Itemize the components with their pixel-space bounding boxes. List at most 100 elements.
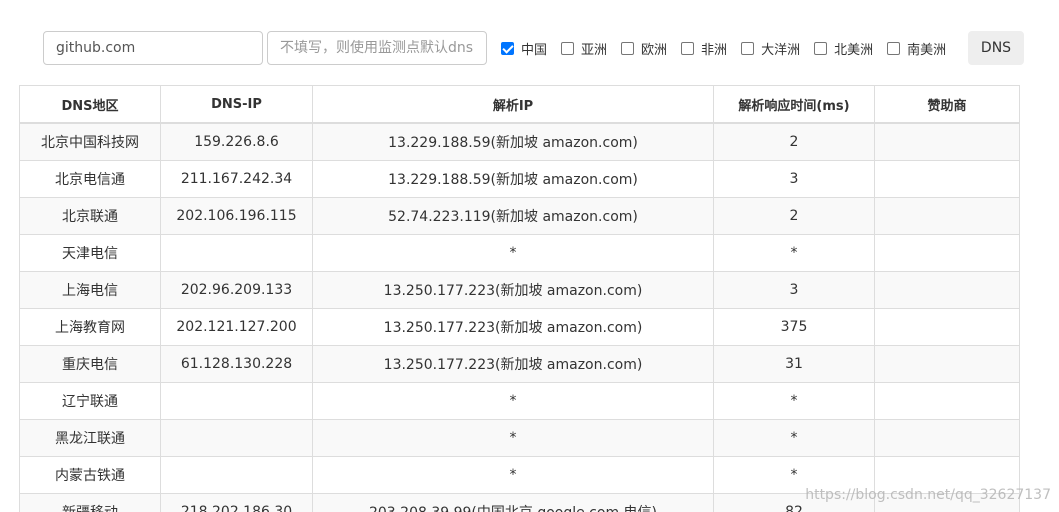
cell-sponsor xyxy=(874,271,1020,309)
cell-resolved-ip: * xyxy=(312,419,714,457)
region-checkbox[interactable] xyxy=(621,41,635,55)
cell-resolved-ip: * xyxy=(312,456,714,494)
cell-sponsor xyxy=(874,456,1020,494)
region-checkbox[interactable] xyxy=(681,41,695,55)
cell-response-time: * xyxy=(713,456,875,494)
region-label: 中国 xyxy=(521,42,548,58)
cell-dns-region: 新疆移动 xyxy=(19,493,161,512)
table-row: 新疆移动218.202.186.30203.208.39.99(中国北京 goo… xyxy=(19,493,1020,512)
cell-response-time: 3 xyxy=(713,271,875,309)
region-label: 大洋洲 xyxy=(761,42,801,58)
cell-resolved-ip: * xyxy=(312,382,714,420)
column-header-resolved-ip: 解析IP xyxy=(312,85,714,124)
cell-dns-region: 天津电信 xyxy=(19,234,161,272)
table-row: 重庆电信 61.128.130.228 13.250.177.223(新加坡 ama… xyxy=(19,345,1020,383)
cell-resolved-ip: 13.250.177.223(新加坡 amazon.com) xyxy=(312,308,714,346)
cell-sponsor xyxy=(874,234,1020,272)
cell-sponsor xyxy=(874,493,1020,512)
cell-response-time: 3 xyxy=(713,160,875,198)
cell-response-time: * xyxy=(713,419,875,457)
page: 中国 亚洲 欧洲 非洲 大洋洲 北美洲 南美洲 DNS DNS地区DNS-IP解析IP解析响… xyxy=(0,0,1059,512)
table-row: 北京中国科技网 159.226.8.6 13.229.188.59(新加坡 amaz… xyxy=(19,122,1020,161)
region-filter: 中国 亚洲 欧洲 非洲 大洋洲 北美洲 南美洲 xyxy=(501,31,960,65)
cell-dns-region: 辽宁联通 xyxy=(19,382,161,420)
cell-dns-ip xyxy=(160,419,313,457)
table-row: 黑龙江联通 * * xyxy=(19,419,1020,457)
region-option[interactable]: 北美洲 xyxy=(814,39,873,58)
region-option[interactable]: 非洲 xyxy=(681,39,727,58)
table-row: 上海教育网 202.121.127.200 13.250.177.223(新加坡 a… xyxy=(19,308,1020,346)
region-label: 北美洲 xyxy=(834,42,874,58)
cell-response-time: 2 xyxy=(713,122,875,161)
cell-dns-region: 内蒙古铁通 xyxy=(19,456,161,494)
region-checkbox[interactable] xyxy=(887,41,901,55)
column-header-sponsor: 赞助商 xyxy=(874,85,1020,124)
column-header-dns-region: DNS地区 xyxy=(19,85,161,124)
cell-resolved-ip: * xyxy=(312,234,714,272)
cell-dns-region: 黑龙江联通 xyxy=(19,419,161,457)
region-label: 亚洲 xyxy=(581,42,608,58)
cell-response-time: 82 xyxy=(713,493,875,512)
dns-button[interactable]: DNS xyxy=(968,31,1024,65)
query-toolbar: 中国 亚洲 欧洲 非洲 大洋洲 北美洲 南美洲 xyxy=(43,31,960,65)
region-label: 欧洲 xyxy=(641,42,668,58)
table-row: 上海电信 202.96.209.133 13.250.177.223(新加坡 ama… xyxy=(19,271,1020,309)
cell-sponsor xyxy=(874,122,1020,161)
cell-response-time: * xyxy=(713,382,875,420)
region-checkbox[interactable] xyxy=(561,41,575,55)
cell-response-time: * xyxy=(713,234,875,272)
cell-dns-ip: 202.106.196.115 xyxy=(160,197,313,235)
cell-dns-ip: 61.128.130.228 xyxy=(160,345,313,383)
table-row: 辽宁联通 * * xyxy=(19,382,1020,420)
table-row: 北京联通 202.106.196.115 52.74.223.119(新加坡 ama… xyxy=(19,197,1020,235)
cell-resolved-ip: 13.250.177.223(新加坡 amazon.com) xyxy=(312,271,714,309)
cell-dns-ip xyxy=(160,456,313,494)
domain-input[interactable] xyxy=(43,31,263,65)
region-option[interactable]: 亚洲 xyxy=(561,39,607,58)
cell-response-time: 31 xyxy=(713,345,875,383)
cell-resolved-ip: 13.229.188.59(新加坡 amazon.com) xyxy=(312,160,714,198)
region-label: 南美洲 xyxy=(907,42,947,58)
cell-sponsor xyxy=(874,382,1020,420)
table-header-row: DNS地区 DNS-IP 解析IP 解析响应时间(ms) 赞助商 xyxy=(19,85,1020,124)
cell-sponsor xyxy=(874,160,1020,198)
cell-dns-ip: 202.121.127.200 xyxy=(160,308,313,346)
cell-sponsor xyxy=(874,197,1020,235)
cell-dns-ip: 218.202.186.30 xyxy=(160,493,313,512)
region-option[interactable]: 中国 xyxy=(501,39,547,58)
cell-dns-region: 北京中国科技网 xyxy=(19,122,161,161)
cell-resolved-ip: 13.250.177.223(新加坡 amazon.com) xyxy=(312,345,714,383)
cell-sponsor xyxy=(874,345,1020,383)
cell-dns-ip xyxy=(160,382,313,420)
region-checkbox[interactable] xyxy=(814,41,828,55)
cell-dns-ip: 159.226.8.6 xyxy=(160,122,313,161)
region-option[interactable]: 南美洲 xyxy=(887,39,946,58)
cell-dns-ip: 211.167.242.34 xyxy=(160,160,313,198)
cell-response-time: 375 xyxy=(713,308,875,346)
table-row: 北京电信通 211.167.242.34 13.229.188.59(新加坡 ama… xyxy=(19,160,1020,198)
cell-dns-ip xyxy=(160,234,313,272)
region-option[interactable]: 大洋洲 xyxy=(741,39,800,58)
region-label: 非洲 xyxy=(701,42,728,58)
region-option[interactable]: 欧洲 xyxy=(621,39,667,58)
cell-response-time: 2 xyxy=(713,197,875,235)
cell-dns-region: 上海电信 xyxy=(19,271,161,309)
cell-sponsor xyxy=(874,308,1020,346)
region-checkbox[interactable] xyxy=(741,41,755,55)
cell-dns-ip: 202.96.209.133 xyxy=(160,271,313,309)
cell-dns-region: 北京联通 xyxy=(19,197,161,235)
column-header-dns-ip: DNS-IP xyxy=(160,85,313,124)
cell-resolved-ip: 52.74.223.119(新加坡 amazon.com) xyxy=(312,197,714,235)
cell-dns-region: 重庆电信 xyxy=(19,345,161,383)
cell-resolved-ip: 13.229.188.59(新加坡 amazon.com) xyxy=(312,122,714,161)
dns-results-table: DNS地区 DNS-IP 解析IP 解析响应时间(ms) 赞助商 北京中国科技网 159.… xyxy=(19,85,1020,512)
table-row: 天津电信 * * xyxy=(19,234,1020,272)
cell-dns-region: 上海教育网 xyxy=(19,308,161,346)
table-row: 内蒙古铁通 * * xyxy=(19,456,1020,494)
column-header-response-time: 解析响应时间(ms) xyxy=(713,85,875,124)
cell-sponsor xyxy=(874,419,1020,457)
cell-dns-region: 北京电信通 xyxy=(19,160,161,198)
region-checkbox[interactable] xyxy=(501,41,514,55)
cell-resolved-ip: 203.208.39.99(中国北京 google.com 电信) xyxy=(312,493,714,512)
dns-server-input[interactable] xyxy=(267,31,487,65)
